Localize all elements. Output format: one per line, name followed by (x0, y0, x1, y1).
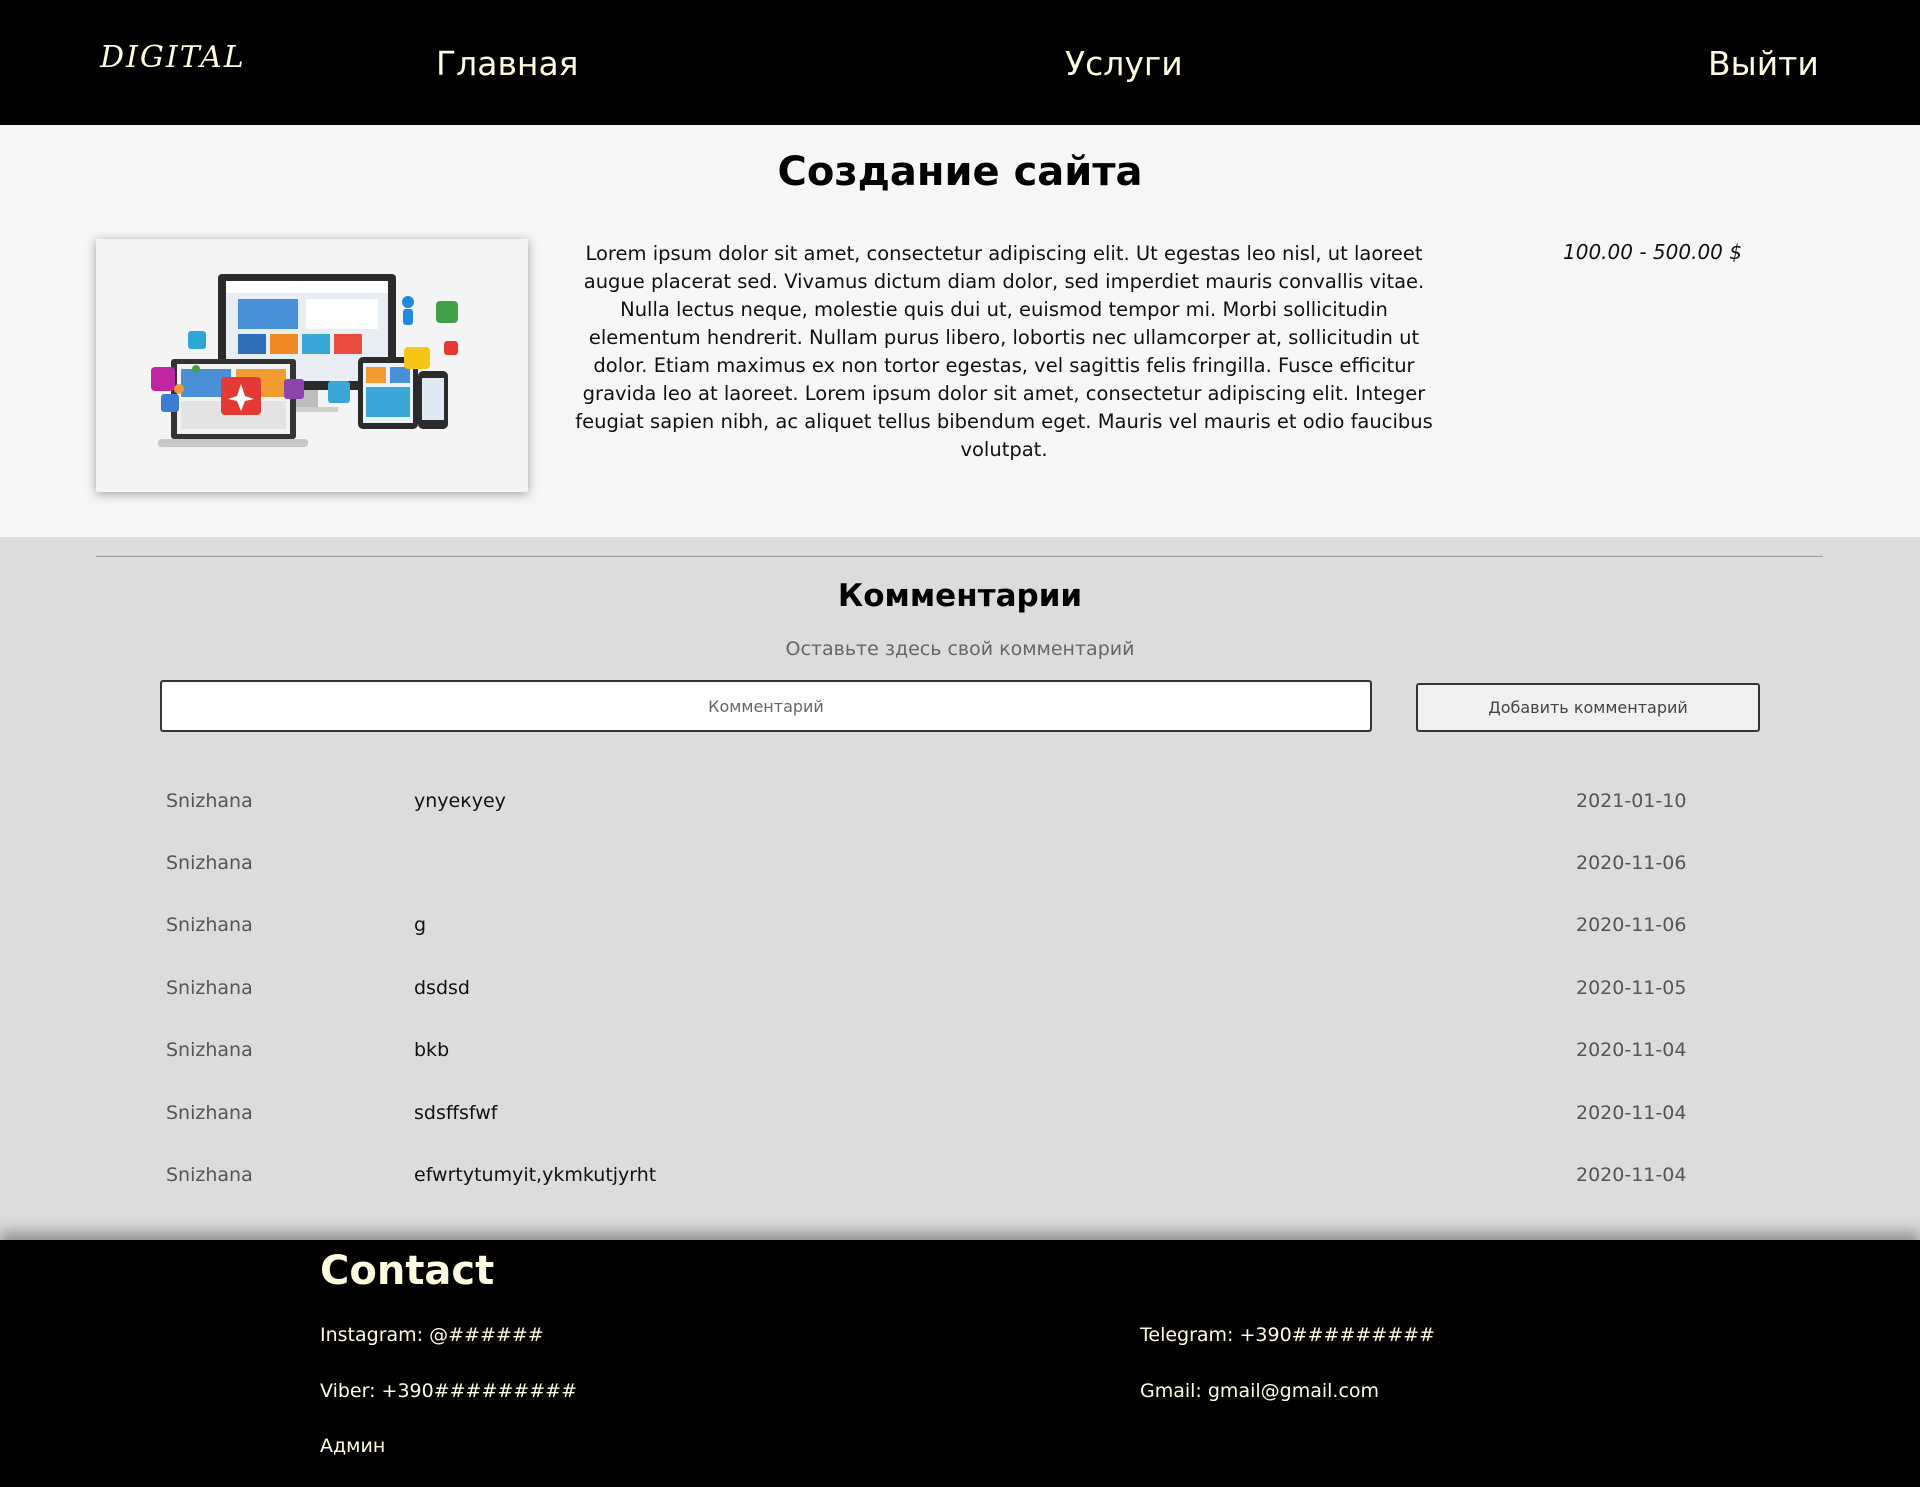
comment-text: уnуекуеу (414, 790, 506, 812)
comment-row: Snizhana bkb 2020-11-04 (0, 1039, 1920, 1069)
comment-row: Snizhana g 2020-11-06 (0, 914, 1920, 944)
comment-date: 2020-11-06 (1576, 914, 1687, 936)
comment-row: Snizhana efwrtytumyit,ykmkutjyrht 2020-1… (0, 1164, 1920, 1194)
comment-row: Snizhana 2020-11-06 (0, 852, 1920, 882)
comment-date: 2021-01-10 (1576, 790, 1687, 812)
comment-row: Snizhana sdsffsfwf 2020-11-04 (0, 1102, 1920, 1132)
comment-author: Snizhana (166, 790, 253, 812)
comment-text: dsdsd (414, 977, 470, 999)
comment-author: Snizhana (166, 914, 253, 936)
footer-instagram[interactable]: Instagram: @###### (320, 1324, 544, 1346)
comment-date: 2020-11-05 (1576, 977, 1687, 999)
footer-admin-link[interactable]: Админ (320, 1435, 385, 1457)
footer: Contact Instagram: @###### Telegram: +39… (0, 1240, 1920, 1487)
service-image (96, 239, 528, 492)
footer-gmail[interactable]: Gmail: gmail@gmail.com (1140, 1380, 1379, 1402)
nav-home-link[interactable]: Главная (436, 44, 579, 83)
comment-author: Snizhana (166, 1164, 253, 1186)
top-navigation-bar: DIGITAL Главная Услуги Выйти (0, 0, 1920, 125)
comment-text: bkb (414, 1039, 450, 1061)
devices-illustration-icon (151, 274, 458, 447)
footer-viber[interactable]: Viber: +390######### (320, 1380, 577, 1402)
comment-author: Snizhana (166, 852, 253, 874)
footer-title: Contact (320, 1248, 495, 1294)
service-title: Создание сайта (777, 149, 1143, 195)
add-comment-button[interactable]: Добавить комментарий (1416, 683, 1760, 732)
site-logo[interactable]: DIGITAL (100, 40, 246, 75)
service-description: Lorem ipsum dolor sit amet, consectetur … (575, 242, 1433, 461)
comments-hint: Оставьте здесь свой комментарий (785, 638, 1135, 660)
comment-date: 2020-11-04 (1576, 1102, 1687, 1124)
nav-logout-link[interactable]: Выйти (1708, 44, 1819, 83)
comment-date: 2020-11-04 (1576, 1039, 1687, 1061)
comment-row: Snizhana уnуекуеу 2021-01-10 (0, 790, 1920, 820)
comment-author: Snizhana (166, 1102, 253, 1124)
comment-text: efwrtytumyit,ykmkutjyrht (414, 1164, 657, 1186)
comment-date: 2020-11-04 (1576, 1164, 1687, 1186)
comment-author: Snizhana (166, 1039, 253, 1061)
comment-text: sdsffsfwf (414, 1102, 498, 1124)
comment-author: Snizhana (166, 977, 253, 999)
comment-date: 2020-11-06 (1576, 852, 1687, 874)
footer-telegram[interactable]: Telegram: +390######### (1140, 1324, 1435, 1346)
nav-services-link[interactable]: Услуги (1065, 44, 1183, 83)
section-divider (96, 556, 1823, 557)
service-details: Создание сайта Lorem ipsum dolor sit ame… (0, 125, 1920, 537)
comment-text: g (414, 914, 427, 936)
comments-title: Комментарии (837, 578, 1083, 614)
comment-row: Snizhana dsdsd 2020-11-05 (0, 977, 1920, 1007)
service-price: 100.00 - 500.00 $ (1563, 240, 1742, 264)
comment-input[interactable] (160, 680, 1372, 732)
